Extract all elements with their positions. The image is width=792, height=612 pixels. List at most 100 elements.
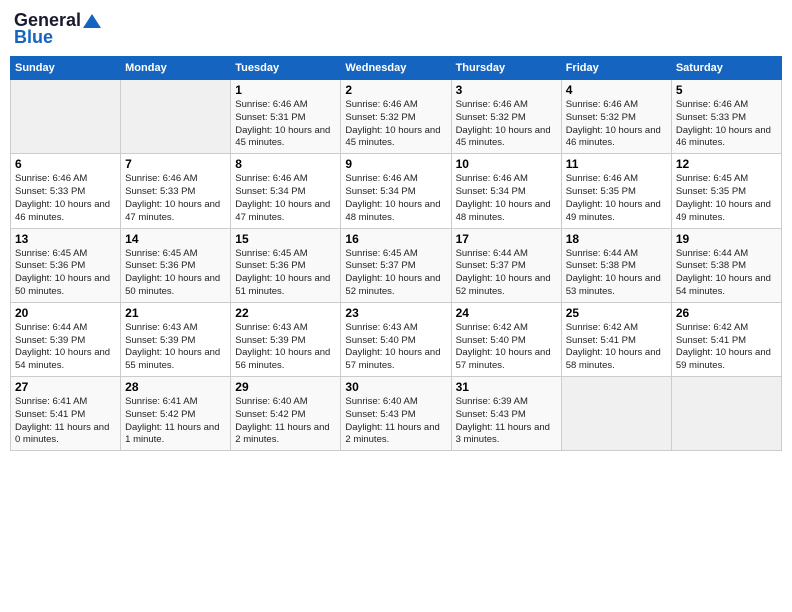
- day-number: 7: [125, 157, 226, 171]
- day-info: Sunrise: 6:43 AM Sunset: 5:39 PM Dayligh…: [235, 322, 336, 373]
- calendar-day-cell: 9 Sunrise: 6:46 AM Sunset: 5:34 PM Daylig…: [341, 154, 451, 228]
- day-info: Sunrise: 6:46 AM Sunset: 5:34 PM Dayligh…: [345, 173, 446, 224]
- day-number: 20: [15, 306, 116, 320]
- day-info: Sunrise: 6:46 AM Sunset: 5:34 PM Dayligh…: [235, 173, 336, 224]
- day-number: 21: [125, 306, 226, 320]
- day-info: Sunrise: 6:44 AM Sunset: 5:37 PM Dayligh…: [456, 248, 557, 299]
- calendar-day-cell: 30Sunrise: 6:40 AM Sunset: 5:43 PM Dayli…: [341, 377, 451, 451]
- day-info: Sunrise: 6:39 AM Sunset: 5:43 PM Dayligh…: [456, 396, 557, 447]
- day-info: Sunrise: 6:46 AM Sunset: 5:32 PM Dayligh…: [566, 99, 667, 150]
- day-info: Sunrise: 6:44 AM Sunset: 5:38 PM Dayligh…: [566, 248, 667, 299]
- calendar-day-cell: 21Sunrise: 6:43 AM Sunset: 5:39 PM Dayli…: [121, 302, 231, 376]
- day-number: 19: [676, 232, 777, 246]
- day-of-week-header: Thursday: [451, 57, 561, 80]
- calendar-day-cell: 25Sunrise: 6:42 AM Sunset: 5:41 PM Dayli…: [561, 302, 671, 376]
- calendar-day-cell: [11, 80, 121, 154]
- day-info: Sunrise: 6:43 AM Sunset: 5:40 PM Dayligh…: [345, 322, 446, 373]
- calendar-day-cell: 11 Sunrise: 6:46 AM Sunset: 5:35 PM Dayli…: [561, 154, 671, 228]
- calendar-day-cell: 3Sunrise: 6:46 AM Sunset: 5:32 PM Daylig…: [451, 80, 561, 154]
- day-of-week-header: Saturday: [671, 57, 781, 80]
- calendar-day-cell: 22 Sunrise: 6:43 AM Sunset: 5:39 PM Dayli…: [231, 302, 341, 376]
- day-number: 17: [456, 232, 557, 246]
- day-info: Sunrise: 6:45 AM Sunset: 5:37 PM Dayligh…: [345, 248, 446, 299]
- day-number: 23: [345, 306, 446, 320]
- calendar-day-cell: 5 Sunrise: 6:46 AM Sunset: 5:33 PM Daylig…: [671, 80, 781, 154]
- day-number: 11: [566, 157, 667, 171]
- calendar-day-cell: 24 Sunrise: 6:42 AM Sunset: 5:40 PM Dayli…: [451, 302, 561, 376]
- day-info: Sunrise: 6:42 AM Sunset: 5:41 PM Dayligh…: [676, 322, 777, 373]
- calendar-day-cell: 7 Sunrise: 6:46 AM Sunset: 5:33 PM Daylig…: [121, 154, 231, 228]
- day-info: Sunrise: 6:46 AM Sunset: 5:31 PM Dayligh…: [235, 99, 336, 150]
- calendar-day-cell: 23 Sunrise: 6:43 AM Sunset: 5:40 PM Dayli…: [341, 302, 451, 376]
- calendar-day-cell: 17 Sunrise: 6:44 AM Sunset: 5:37 PM Dayli…: [451, 228, 561, 302]
- calendar-day-cell: 26Sunrise: 6:42 AM Sunset: 5:41 PM Dayli…: [671, 302, 781, 376]
- day-info: Sunrise: 6:46 AM Sunset: 5:35 PM Dayligh…: [566, 173, 667, 224]
- day-info: Sunrise: 6:42 AM Sunset: 5:40 PM Dayligh…: [456, 322, 557, 373]
- day-info: Sunrise: 6:45 AM Sunset: 5:35 PM Dayligh…: [676, 173, 777, 224]
- logo: General Blue: [14, 10, 101, 48]
- calendar-week-row: 13 Sunrise: 6:45 AM Sunset: 5:36 PM Dayli…: [11, 228, 782, 302]
- calendar-day-cell: [561, 377, 671, 451]
- calendar-day-cell: 8Sunrise: 6:46 AM Sunset: 5:34 PM Daylig…: [231, 154, 341, 228]
- day-number: 5: [676, 83, 777, 97]
- calendar-day-cell: 18 Sunrise: 6:44 AM Sunset: 5:38 PM Dayli…: [561, 228, 671, 302]
- calendar-day-cell: 2 Sunrise: 6:46 AM Sunset: 5:32 PM Daylig…: [341, 80, 451, 154]
- day-number: 22: [235, 306, 336, 320]
- day-number: 10: [456, 157, 557, 171]
- calendar-day-cell: 16 Sunrise: 6:45 AM Sunset: 5:37 PM Dayli…: [341, 228, 451, 302]
- day-number: 2: [345, 83, 446, 97]
- calendar-day-cell: 20 Sunrise: 6:44 AM Sunset: 5:39 PM Dayli…: [11, 302, 121, 376]
- day-number: 24: [456, 306, 557, 320]
- calendar-week-row: 6 Sunrise: 6:46 AM Sunset: 5:33 PM Daylig…: [11, 154, 782, 228]
- day-number: 29: [235, 380, 336, 394]
- calendar-day-cell: 10Sunrise: 6:46 AM Sunset: 5:34 PM Dayli…: [451, 154, 561, 228]
- calendar-body: 1Sunrise: 6:46 AM Sunset: 5:31 PM Daylig…: [11, 80, 782, 451]
- day-number: 4: [566, 83, 667, 97]
- day-number: 6: [15, 157, 116, 171]
- day-of-week-header: Friday: [561, 57, 671, 80]
- day-info: Sunrise: 6:46 AM Sunset: 5:32 PM Dayligh…: [456, 99, 557, 150]
- day-of-week-header: Wednesday: [341, 57, 451, 80]
- day-info: Sunrise: 6:46 AM Sunset: 5:33 PM Dayligh…: [15, 173, 116, 224]
- logo-icon: [83, 12, 101, 30]
- day-of-week-header: Monday: [121, 57, 231, 80]
- calendar-table: SundayMondayTuesdayWednesdayThursdayFrid…: [10, 56, 782, 451]
- day-number: 25: [566, 306, 667, 320]
- calendar-day-cell: [671, 377, 781, 451]
- logo-blue-text: Blue: [14, 27, 53, 48]
- day-info: Sunrise: 6:45 AM Sunset: 5:36 PM Dayligh…: [235, 248, 336, 299]
- day-of-week-header: Sunday: [11, 57, 121, 80]
- day-info: Sunrise: 6:45 AM Sunset: 5:36 PM Dayligh…: [125, 248, 226, 299]
- calendar-day-cell: 1Sunrise: 6:46 AM Sunset: 5:31 PM Daylig…: [231, 80, 341, 154]
- calendar-day-cell: 15Sunrise: 6:45 AM Sunset: 5:36 PM Dayli…: [231, 228, 341, 302]
- day-info: Sunrise: 6:40 AM Sunset: 5:42 PM Dayligh…: [235, 396, 336, 447]
- day-info: Sunrise: 6:46 AM Sunset: 5:33 PM Dayligh…: [676, 99, 777, 150]
- day-number: 13: [15, 232, 116, 246]
- day-number: 16: [345, 232, 446, 246]
- day-info: Sunrise: 6:46 AM Sunset: 5:32 PM Dayligh…: [345, 99, 446, 150]
- calendar-header: SundayMondayTuesdayWednesdayThursdayFrid…: [11, 57, 782, 80]
- page-header: General Blue: [10, 10, 782, 48]
- day-number: 9: [345, 157, 446, 171]
- day-number: 14: [125, 232, 226, 246]
- day-number: 31: [456, 380, 557, 394]
- day-info: Sunrise: 6:41 AM Sunset: 5:41 PM Dayligh…: [15, 396, 116, 447]
- day-info: Sunrise: 6:40 AM Sunset: 5:43 PM Dayligh…: [345, 396, 446, 447]
- calendar-day-cell: [121, 80, 231, 154]
- day-of-week-header: Tuesday: [231, 57, 341, 80]
- day-info: Sunrise: 6:44 AM Sunset: 5:39 PM Dayligh…: [15, 322, 116, 373]
- day-number: 28: [125, 380, 226, 394]
- header-row: SundayMondayTuesdayWednesdayThursdayFrid…: [11, 57, 782, 80]
- calendar-day-cell: 19 Sunrise: 6:44 AM Sunset: 5:38 PM Dayli…: [671, 228, 781, 302]
- day-info: Sunrise: 6:46 AM Sunset: 5:33 PM Dayligh…: [125, 173, 226, 224]
- day-number: 12: [676, 157, 777, 171]
- day-info: Sunrise: 6:41 AM Sunset: 5:42 PM Dayligh…: [125, 396, 226, 447]
- day-number: 18: [566, 232, 667, 246]
- calendar-day-cell: 6 Sunrise: 6:46 AM Sunset: 5:33 PM Daylig…: [11, 154, 121, 228]
- calendar-week-row: 1Sunrise: 6:46 AM Sunset: 5:31 PM Daylig…: [11, 80, 782, 154]
- calendar-day-cell: 4 Sunrise: 6:46 AM Sunset: 5:32 PM Daylig…: [561, 80, 671, 154]
- day-info: Sunrise: 6:44 AM Sunset: 5:38 PM Dayligh…: [676, 248, 777, 299]
- calendar-day-cell: 12 Sunrise: 6:45 AM Sunset: 5:35 PM Dayli…: [671, 154, 781, 228]
- calendar-week-row: 27Sunrise: 6:41 AM Sunset: 5:41 PM Dayli…: [11, 377, 782, 451]
- calendar-day-cell: 14 Sunrise: 6:45 AM Sunset: 5:36 PM Dayli…: [121, 228, 231, 302]
